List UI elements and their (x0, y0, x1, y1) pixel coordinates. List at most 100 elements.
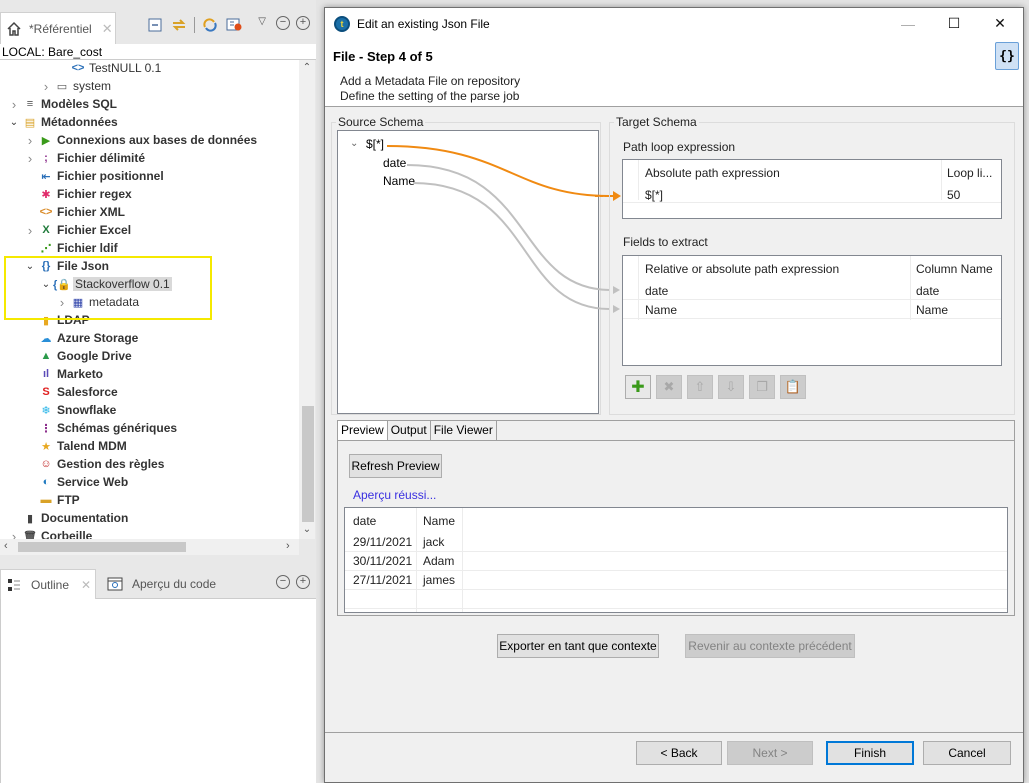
filter-icon[interactable] (225, 16, 243, 34)
view-menu-icon[interactable]: ▽ (258, 16, 266, 30)
maximize-icon[interactable]: + (296, 575, 310, 589)
tree-item[interactable]: ⇤ Fichier positionnel (24, 167, 164, 185)
tree-item-label: Fichier XML (57, 205, 126, 219)
tree-item-label: Talend MDM (57, 439, 127, 453)
export-as-context-button[interactable]: Exporter en tant que contexte (497, 634, 659, 658)
cancel-button[interactable]: Cancel (923, 741, 1011, 765)
rules-icon: ☺ (40, 458, 52, 470)
tree-item[interactable]: ⌄ ▤ Métadonnées (8, 113, 118, 131)
excel-file-icon: X (42, 224, 50, 236)
chevron-down-icon[interactable]: ⌄ (8, 117, 20, 128)
tree-item[interactable]: ▮ Documentation (8, 509, 128, 527)
minimize-icon[interactable]: − (276, 16, 290, 30)
revert-context-button[interactable]: Revenir au contexte précédent (685, 634, 855, 658)
tree-item[interactable]: › ▶ Connexions aux bases de données (24, 131, 257, 149)
ftp-icon: ▬ (40, 494, 52, 506)
trash-icon: 🗑 (23, 530, 37, 540)
tree-item[interactable]: › ≡ Modèles SQL (8, 95, 117, 113)
preview-cell: 30/11/2021 (353, 554, 413, 568)
preview-status: Aperçu réussi... (353, 488, 437, 502)
tree-item[interactable]: ▲ Google Drive (24, 347, 132, 365)
refresh-preview-button[interactable]: Refresh Preview (349, 454, 442, 478)
tree-vertical-scrollbar[interactable]: ⌃ ⌄ (299, 60, 315, 539)
tab-referentiel[interactable]: *Référentiel ✕ (0, 12, 116, 44)
chevron-right-icon[interactable]: › (24, 133, 36, 148)
tree-item-label: Schémas génériques (57, 421, 178, 435)
tree-item[interactable]: ☺ Gestion des règles (24, 455, 164, 473)
loop-mapping-link (386, 145, 610, 197)
column-header[interactable]: date (353, 514, 376, 528)
preview-cell: 29/11/2021 (353, 535, 413, 549)
tree-item-label: TestNULL 0.1 (89, 61, 162, 75)
preview-cell: james (423, 573, 456, 587)
chevron-right-icon[interactable]: › (8, 529, 20, 540)
tab-referentiel-label: *Référentiel (29, 21, 92, 36)
scroll-thumb[interactable] (302, 406, 314, 522)
refresh-icon[interactable] (201, 16, 219, 34)
tree-item[interactable]: ◐ Service Web (24, 473, 128, 491)
scroll-up-icon[interactable]: ⌃ (299, 62, 315, 73)
tree-item-label: Fichier délimité (57, 151, 146, 165)
next-button[interactable]: Next > (727, 741, 813, 765)
tab-file-viewer[interactable]: File Viewer (430, 421, 497, 440)
tree-item[interactable]: <> Fichier XML (24, 203, 125, 221)
tree-item[interactable]: ★ Talend MDM (24, 437, 127, 455)
column-header[interactable]: Name (423, 514, 455, 528)
tree-item-label: system (73, 79, 112, 93)
loop-arrow-head (613, 191, 621, 201)
tree-item[interactable]: ☁ Azure Storage (24, 329, 139, 347)
tab-preview[interactable]: Preview (338, 421, 388, 440)
tree-item[interactable]: ›; Fichier délimité (24, 149, 145, 167)
close-icon[interactable]: ✕ (102, 21, 113, 37)
maximize-icon[interactable]: + (296, 16, 310, 30)
snowflake-icon: ❄ (41, 404, 51, 417)
tab-output[interactable]: Output (387, 421, 431, 440)
db-connection-icon: ▶ (41, 134, 51, 147)
documentation-icon: ▮ (26, 512, 34, 525)
tree-item-label: Documentation (41, 511, 129, 525)
chevron-right-icon[interactable]: › (8, 97, 20, 112)
tree-item-label: Corbeille (41, 529, 93, 539)
collapse-all-icon[interactable] (146, 16, 164, 34)
tree-horizontal-scrollbar[interactable]: ‹ › (0, 539, 299, 555)
minimize-icon[interactable]: − (276, 575, 290, 589)
tree-item-label: Fichier positionnel (57, 169, 164, 183)
tree-item[interactable]: › ▭ system (40, 77, 111, 95)
preview-cell: 27/11/2021 (353, 573, 413, 587)
finish-button[interactable]: Finish (826, 741, 914, 765)
repository-toolbar (146, 16, 243, 34)
tab-code-preview[interactable]: Aperçu du code (106, 569, 216, 599)
tab-outline[interactable]: Outline ✕ (0, 569, 96, 599)
job-file-icon: <> (71, 62, 85, 74)
chevron-right-icon[interactable]: › (24, 223, 36, 238)
highlight-annotation (4, 256, 212, 320)
close-icon[interactable]: ✕ (81, 578, 91, 592)
tree-item[interactable]: ✱ Fichier regex (24, 185, 131, 203)
delimited-file-icon: ; (44, 152, 48, 164)
tree-item-label: Fichier Excel (57, 223, 132, 237)
scroll-down-icon[interactable]: ⌄ (299, 524, 315, 535)
tree-item-label: Service Web (57, 475, 129, 489)
chevron-right-icon[interactable]: › (40, 79, 52, 94)
tree-item[interactable]: › 🗑 Corbeille (8, 527, 93, 540)
tree-item[interactable]: ⋮ Schémas génériques (24, 419, 178, 437)
tree-item[interactable]: ⋰ Fichier ldif (24, 239, 118, 257)
salesforce-icon: S (42, 386, 50, 398)
scroll-left-icon[interactable]: ‹ (4, 540, 8, 552)
tree-item[interactable]: <> TestNULL 0.1 (56, 60, 162, 77)
preview-cell: Adam (423, 554, 455, 568)
tree-item[interactable]: ▬ FTP (24, 491, 80, 509)
name-mapping-link (412, 182, 610, 310)
tree-item[interactable]: › X Fichier Excel (24, 221, 131, 239)
tree-item-label: Métadonnées (41, 115, 118, 129)
schema-mapping-links (386, 145, 621, 313)
scroll-right-icon[interactable]: › (286, 540, 290, 552)
tree-item[interactable]: ıl Marketo (24, 365, 103, 383)
link-with-editor-icon[interactable] (170, 16, 188, 34)
tree-item[interactable]: ❄ Snowflake (24, 401, 116, 419)
tree-item-label: Azure Storage (57, 331, 139, 345)
back-button[interactable]: < Back (636, 741, 722, 765)
chevron-right-icon[interactable]: › (24, 151, 36, 166)
scroll-thumb-horizontal[interactable] (18, 542, 186, 552)
tree-item[interactable]: S Salesforce (24, 383, 117, 401)
